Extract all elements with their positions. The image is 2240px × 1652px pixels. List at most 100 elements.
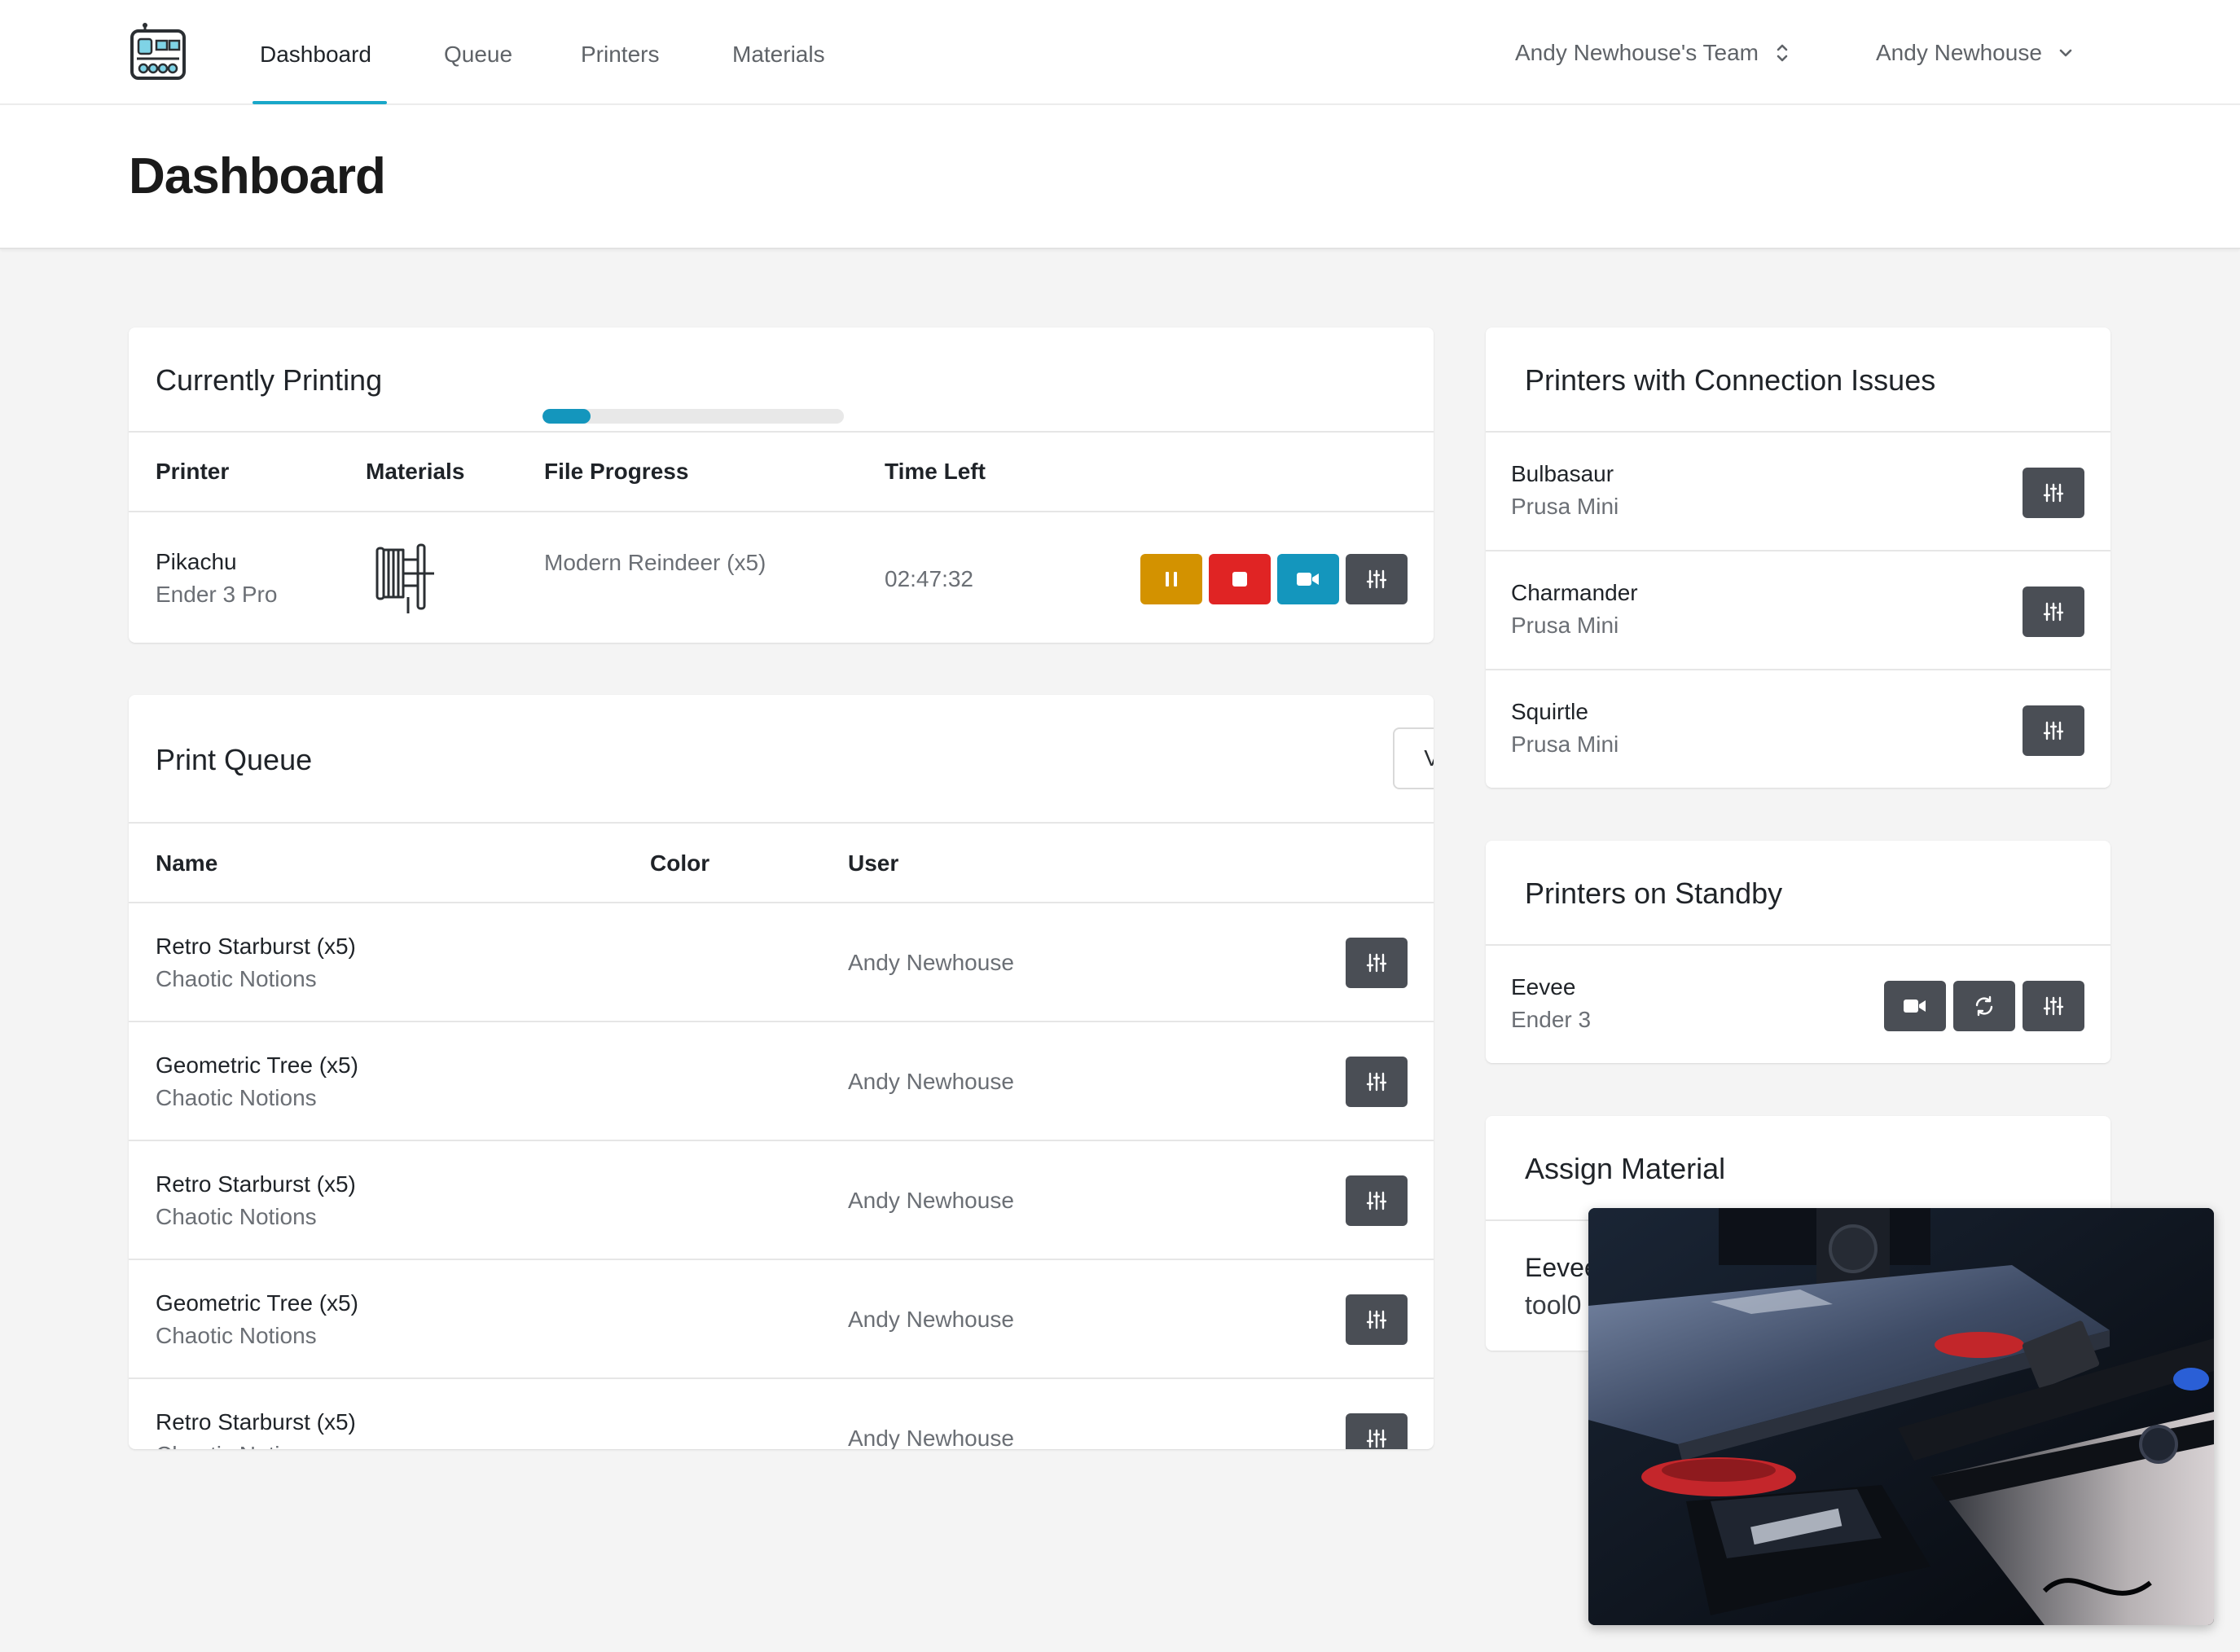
nav-tab-queue[interactable]: Queue xyxy=(444,0,512,105)
job-source: Chaotic Notions xyxy=(156,1323,317,1348)
page-title: Dashboard xyxy=(129,148,386,204)
print-queue-card: Print Queue View All Name Color User Ret… xyxy=(129,695,1434,1449)
print-file-name[interactable]: Modern Reindeer (x5) xyxy=(544,550,766,576)
nav-tab-materials[interactable]: Materials xyxy=(732,0,825,105)
standby-card: Printers on Standby Eevee Ender 3 xyxy=(1486,841,2110,1063)
adjustments-icon xyxy=(2043,996,2064,1016)
divider xyxy=(129,511,1434,512)
printer-name[interactable]: Pikachu xyxy=(156,549,237,575)
divider xyxy=(129,1140,1434,1141)
camera-button[interactable] xyxy=(1277,554,1339,604)
job-user: Andy Newhouse xyxy=(848,1426,1014,1449)
video-camera-icon xyxy=(1904,1000,1926,1013)
job-name[interactable]: Retro Starburst (x5) xyxy=(156,1171,356,1197)
divider xyxy=(129,1259,1434,1260)
job-settings-button[interactable] xyxy=(1346,1057,1408,1107)
card-title: Currently Printing xyxy=(156,363,383,397)
pause-button[interactable] xyxy=(1140,554,1202,604)
job-source: Chaotic Notions xyxy=(156,1085,317,1110)
divider xyxy=(129,1377,1434,1379)
camera-feed-image xyxy=(1588,1208,2214,1625)
printer-settings-button[interactable] xyxy=(1346,554,1408,604)
printer-model: Ender 3 Pro xyxy=(156,582,278,607)
adjustments-icon xyxy=(1366,953,1387,973)
adjustments-icon xyxy=(2043,602,2064,622)
column-header-time-left: Time Left xyxy=(885,459,986,484)
connection-issues-card: Printers with Connection Issues Bulbasau… xyxy=(1486,327,2110,788)
printer-name[interactable]: Bulbasaur xyxy=(1511,461,1614,487)
chevron-down-icon xyxy=(2059,49,2072,56)
job-name[interactable]: Geometric Tree (x5) xyxy=(156,1290,358,1316)
currently-printing-card: Currently Printing Printer Materials Fil… xyxy=(129,327,1434,643)
printer-logo-icon[interactable] xyxy=(129,23,187,81)
pause-icon xyxy=(1166,572,1177,587)
column-header-user: User xyxy=(848,850,899,876)
view-all-button[interactable]: View All xyxy=(1393,727,1434,789)
printer-settings-button[interactable] xyxy=(2023,981,2084,1031)
printer-model: Prusa Mini xyxy=(1511,494,1619,519)
printer-settings-button[interactable] xyxy=(2023,468,2084,518)
adjustments-icon xyxy=(1366,1310,1387,1329)
job-settings-button[interactable] xyxy=(1346,1294,1408,1345)
divider xyxy=(129,822,1434,824)
printer-name[interactable]: Charmander xyxy=(1511,580,1638,606)
job-name[interactable]: Retro Starburst (x5) xyxy=(156,934,356,960)
job-source: Chaotic Notions xyxy=(156,966,317,991)
printer-model: Prusa Mini xyxy=(1511,732,1619,757)
stop-icon xyxy=(1232,572,1247,587)
nav-tab-dashboard[interactable]: Dashboard xyxy=(260,0,371,105)
team-switcher[interactable]: Andy Newhouse's Team xyxy=(1515,0,1790,105)
job-settings-button[interactable] xyxy=(1346,1413,1408,1449)
job-user: Andy Newhouse xyxy=(848,1069,1014,1094)
printer-settings-button[interactable] xyxy=(2023,705,2084,756)
divider xyxy=(1486,431,2110,433)
video-camera-icon xyxy=(1297,573,1319,586)
camera-button[interactable] xyxy=(1884,981,1946,1031)
job-settings-button[interactable] xyxy=(1346,1175,1408,1226)
card-title: Printers with Connection Issues xyxy=(1525,363,1936,397)
tool-name: tool0 xyxy=(1525,1290,1582,1320)
divider xyxy=(129,902,1434,903)
top-navigation: Dashboard Queue Printers Materials Andy … xyxy=(0,0,2240,105)
divider xyxy=(129,1021,1434,1022)
stop-button[interactable] xyxy=(1209,554,1271,604)
printer-model: Ender 3 xyxy=(1511,1007,1592,1032)
active-tab-indicator xyxy=(253,101,387,104)
nav-tab-printers[interactable]: Printers xyxy=(581,0,659,105)
adjustments-icon xyxy=(2043,483,2064,503)
page-header: Dashboard xyxy=(0,105,2240,249)
filament-spool-icon[interactable] xyxy=(374,542,436,615)
print-progress-fill xyxy=(542,409,591,424)
user-name: Andy Newhouse xyxy=(1876,40,2042,65)
job-user: Andy Newhouse xyxy=(848,1188,1014,1213)
printer-name[interactable]: Squirtle xyxy=(1511,699,1588,725)
card-title: Assign Material xyxy=(1525,1152,1726,1185)
column-header-printer: Printer xyxy=(156,459,230,484)
card-title: Print Queue xyxy=(156,743,313,776)
team-name: Andy Newhouse's Team xyxy=(1515,40,1759,65)
column-header-file-progress: File Progress xyxy=(544,459,689,484)
refresh-button[interactable] xyxy=(1953,981,2015,1031)
divider xyxy=(1486,550,2110,551)
job-source: Chaotic Notions xyxy=(156,1442,317,1449)
column-header-materials: Materials xyxy=(366,459,465,484)
print-progress-bar xyxy=(542,409,844,424)
column-header-color: Color xyxy=(650,850,710,876)
adjustments-icon xyxy=(1366,1429,1387,1448)
job-name[interactable]: Retro Starburst (x5) xyxy=(156,1409,356,1435)
adjustments-icon xyxy=(1366,1191,1387,1210)
job-name[interactable]: Geometric Tree (x5) xyxy=(156,1052,358,1079)
printer-settings-button[interactable] xyxy=(2023,587,2084,637)
divider xyxy=(1486,669,2110,670)
refresh-icon xyxy=(1975,995,1993,1017)
adjustments-icon xyxy=(1366,569,1387,589)
divider xyxy=(1486,944,2110,946)
user-menu[interactable]: Andy Newhouse xyxy=(1876,0,2073,105)
job-user: Andy Newhouse xyxy=(848,1307,1014,1332)
job-settings-button[interactable] xyxy=(1346,938,1408,988)
printer-name[interactable]: Eevee xyxy=(1511,974,1575,1000)
printer-model: Prusa Mini xyxy=(1511,613,1619,638)
chevron-up-down-icon xyxy=(1777,44,1788,61)
camera-feed-window[interactable] xyxy=(1588,1208,2214,1625)
adjustments-icon xyxy=(1366,1072,1387,1092)
